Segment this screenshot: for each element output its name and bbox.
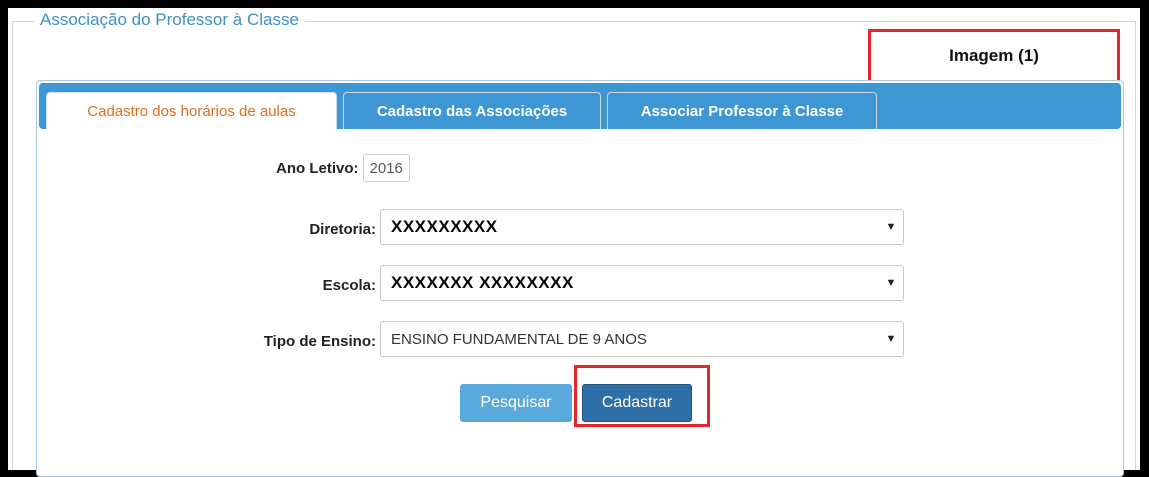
cadastrar-highlight-box — [574, 365, 710, 427]
ano-letivo-label: Ano Letivo: — [276, 159, 359, 177]
tab-associar-professor[interactable]: Associar Professor à Classe — [607, 92, 877, 129]
fieldset-border-left — [12, 21, 13, 470]
ano-letivo-field[interactable]: 2016 — [362, 154, 410, 182]
app-window: Associação do Professor à Classe Imagem … — [8, 8, 1140, 477]
pesquisar-button[interactable]: Pesquisar — [460, 384, 572, 422]
tipo-ensino-row: Tipo de Ensino: — [236, 333, 376, 350]
ano-letivo-row: Ano Letivo: 2016 — [276, 154, 410, 182]
diretoria-row: Diretoria: — [286, 221, 376, 238]
escola-select[interactable]: XXXXXXX XXXXXXXX ▼ — [380, 265, 904, 301]
diretoria-select[interactable]: XXXXXXXXX ▼ — [380, 209, 904, 245]
tipo-ensino-label: Tipo de Ensino: — [263, 333, 376, 350]
chevron-down-icon: ▼ — [885, 333, 897, 345]
fieldset-legend: Associação do Professor à Classe — [34, 9, 305, 31]
escola-label: Escola: — [322, 277, 376, 294]
escola-value: XXXXXXX XXXXXXXX — [391, 273, 574, 292]
diretoria-value: XXXXXXXXX — [391, 217, 498, 236]
tipo-ensino-select[interactable]: ENSINO FUNDAMENTAL DE 9 ANOS ▼ — [380, 321, 904, 357]
tab-cadastro-horarios[interactable]: Cadastro dos horários de aulas — [46, 92, 337, 129]
diretoria-label: Diretoria: — [309, 221, 376, 238]
image-annotation-label: Imagem (1) — [949, 46, 1039, 65]
tab-cadastro-associacoes[interactable]: Cadastro das Associações — [343, 92, 601, 129]
tab-bar: Cadastro dos horários de aulas Cadastro … — [39, 83, 1121, 129]
escola-row: Escola: — [286, 277, 376, 294]
chevron-down-icon: ▼ — [885, 221, 897, 233]
tipo-ensino-value: ENSINO FUNDAMENTAL DE 9 ANOS — [391, 330, 647, 348]
fieldset-border-right — [1135, 21, 1136, 470]
chevron-down-icon: ▼ — [885, 277, 897, 289]
